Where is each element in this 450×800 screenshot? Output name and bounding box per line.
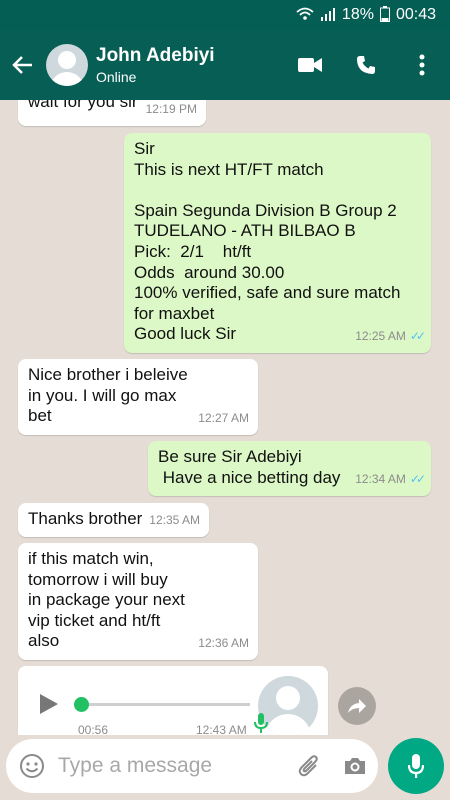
forward-icon[interactable] (338, 687, 376, 725)
wifi-icon (296, 7, 314, 24)
battery-icon (379, 5, 390, 25)
avatar[interactable] (46, 44, 88, 86)
mic-icon (253, 712, 269, 734)
contact-status: Online (96, 69, 137, 85)
message-time: 12:35 AM (149, 513, 200, 528)
message-time: 12:25 AM (355, 329, 406, 344)
voice-progress-knob[interactable] (74, 697, 89, 712)
attach-icon[interactable] (286, 739, 332, 793)
voice-progress-track[interactable] (80, 703, 250, 706)
composer: Type a message (0, 735, 450, 800)
mic-button[interactable] (388, 738, 444, 794)
message-bubble-incoming[interactable]: wait for you sir 12:19 PM (18, 100, 206, 126)
message-time: 12:43 AM (196, 723, 247, 735)
message-bubble-incoming[interactable]: Thanks brother 12:35 AM (18, 503, 209, 537)
camera-icon[interactable] (332, 739, 378, 793)
message-bubble-outgoing[interactable]: Sir This is next HT/FT match Spain Segun… (124, 133, 431, 353)
voice-duration: 00:56 (78, 723, 109, 735)
back-arrow-icon[interactable] (0, 30, 46, 100)
clock: 00:43 (395, 6, 436, 23)
battery-percent: 18% (341, 6, 374, 23)
contact-info[interactable]: John Adebiyi Online (96, 45, 282, 85)
double-check-icon: ✓✓ (409, 472, 426, 487)
emoji-icon[interactable] (6, 739, 58, 793)
contact-name: John Adebiyi (96, 45, 215, 66)
message-list[interactable]: wait for you sir 12:19 PM Sir This is ne… (0, 100, 450, 735)
message-input[interactable]: Type a message (58, 754, 286, 778)
message-bubble-incoming[interactable]: Nice brother i beleive in you. I will go… (18, 359, 258, 435)
message-time: 12:34 AM (355, 472, 406, 487)
message-time: 12:19 PM (145, 102, 197, 117)
double-check-icon: ✓✓ (409, 329, 426, 344)
video-call-icon[interactable] (282, 30, 338, 100)
voice-note-bubble[interactable]: 00:56 12:43 AM (18, 666, 328, 735)
message-bubble-incoming[interactable]: if this match win, tomorrow i will buy i… (18, 543, 258, 660)
signal-icon (320, 7, 336, 24)
message-input-bar[interactable]: Type a message (6, 739, 378, 793)
message-time: 12:36 AM (198, 636, 249, 651)
more-vert-icon[interactable] (394, 30, 450, 100)
message-text: Sir This is next HT/FT match Spain Segun… (134, 139, 401, 344)
play-icon[interactable] (40, 694, 58, 714)
mic-icon (407, 754, 425, 778)
status-bar: 18% 00:43 (0, 0, 450, 30)
message-bubble-outgoing[interactable]: Be sure Sir Adebiyi Have a nice betting … (148, 441, 431, 496)
phone-icon[interactable] (338, 30, 394, 100)
chat-header: John Adebiyi Online (0, 30, 450, 100)
message-time: 12:27 AM (198, 411, 249, 426)
